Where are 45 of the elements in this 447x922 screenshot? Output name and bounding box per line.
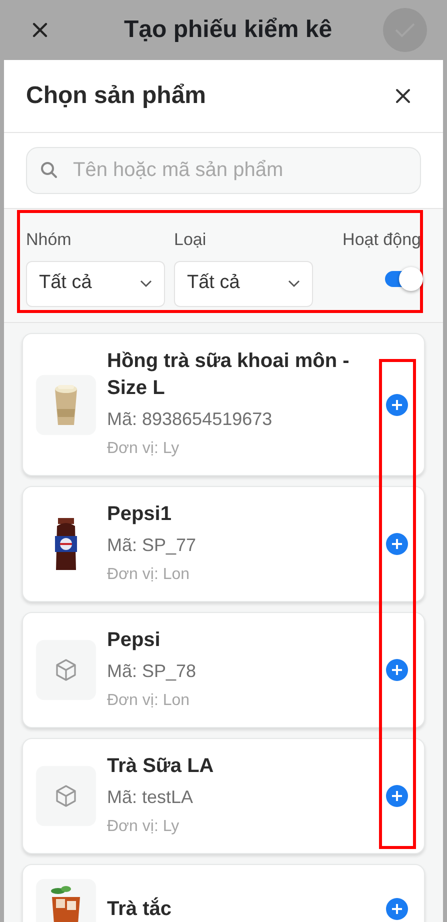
dropdown-value: Tất cả bbox=[39, 271, 92, 296]
close-icon[interactable] bbox=[395, 88, 411, 104]
product-unit: Đơn vị: Lon bbox=[107, 565, 191, 585]
screen-title: Tạo phiếu kiểm kê bbox=[124, 15, 332, 45]
product-name: Trà Sữa LA bbox=[107, 754, 215, 779]
product-name: Trà tắc bbox=[107, 896, 172, 922]
plus-icon bbox=[391, 790, 403, 802]
product-code: Mã: SP_78 bbox=[107, 660, 198, 683]
group-dropdown[interactable]: Tất cả bbox=[26, 260, 165, 306]
product-name: Hồng trà sữa khoai môn - Size L bbox=[107, 349, 350, 401]
search-icon bbox=[40, 161, 58, 179]
product-code: Mã: SP_77 bbox=[107, 534, 198, 557]
type-dropdown[interactable]: Tất cả bbox=[174, 260, 313, 306]
add-button[interactable] bbox=[386, 898, 408, 920]
product-code: Mã: 8938654519673 bbox=[107, 408, 274, 431]
cube-icon bbox=[54, 658, 78, 682]
plus-icon bbox=[391, 398, 403, 410]
chevron-down-icon bbox=[288, 280, 300, 288]
filter-label: Nhóm bbox=[26, 229, 72, 251]
sheet-title: Chọn sản phẩm bbox=[26, 81, 206, 111]
cube-icon bbox=[54, 784, 78, 808]
product-card[interactable]: Hồng trà sữa khoai môn - Size L Mã: 8938654519673 Đơn vị: Ly bbox=[22, 333, 425, 476]
product-unit: Đơn vị: Ly bbox=[107, 439, 180, 459]
add-button[interactable] bbox=[386, 394, 408, 416]
product-code: Mã: testLA bbox=[107, 786, 194, 809]
close-icon[interactable] bbox=[32, 22, 48, 38]
chevron-down-icon bbox=[140, 280, 152, 288]
product-card[interactable]: Pepsi1 Mã: SP_77 Đơn vị: Lon bbox=[22, 486, 425, 602]
plus-icon bbox=[391, 538, 403, 550]
product-name: Pepsi bbox=[107, 628, 162, 653]
add-button[interactable] bbox=[386, 533, 408, 555]
dropdown-value: Tất cả bbox=[187, 271, 240, 296]
product-unit: Đơn vị: Lon bbox=[107, 691, 191, 711]
add-button[interactable] bbox=[386, 659, 408, 681]
filter-label: Hoạt động bbox=[342, 229, 421, 251]
add-button[interactable] bbox=[386, 785, 408, 807]
product-card[interactable]: Pepsi Mã: SP_78 Đơn vị: Lon bbox=[22, 612, 425, 728]
product-card[interactable]: Trà Sữa LA Mã: testLA Đơn vị: Ly bbox=[22, 738, 425, 854]
plus-icon bbox=[391, 903, 403, 915]
filter-label: Loại bbox=[174, 229, 208, 251]
product-card[interactable]: Trà tắc bbox=[22, 864, 425, 922]
product-unit: Đơn vị: Ly bbox=[107, 817, 180, 837]
search-field[interactable]: Tên hoặc mã sản phẩm bbox=[26, 147, 421, 194]
plus-icon bbox=[391, 664, 403, 676]
product-name: Pepsi1 bbox=[107, 502, 172, 527]
